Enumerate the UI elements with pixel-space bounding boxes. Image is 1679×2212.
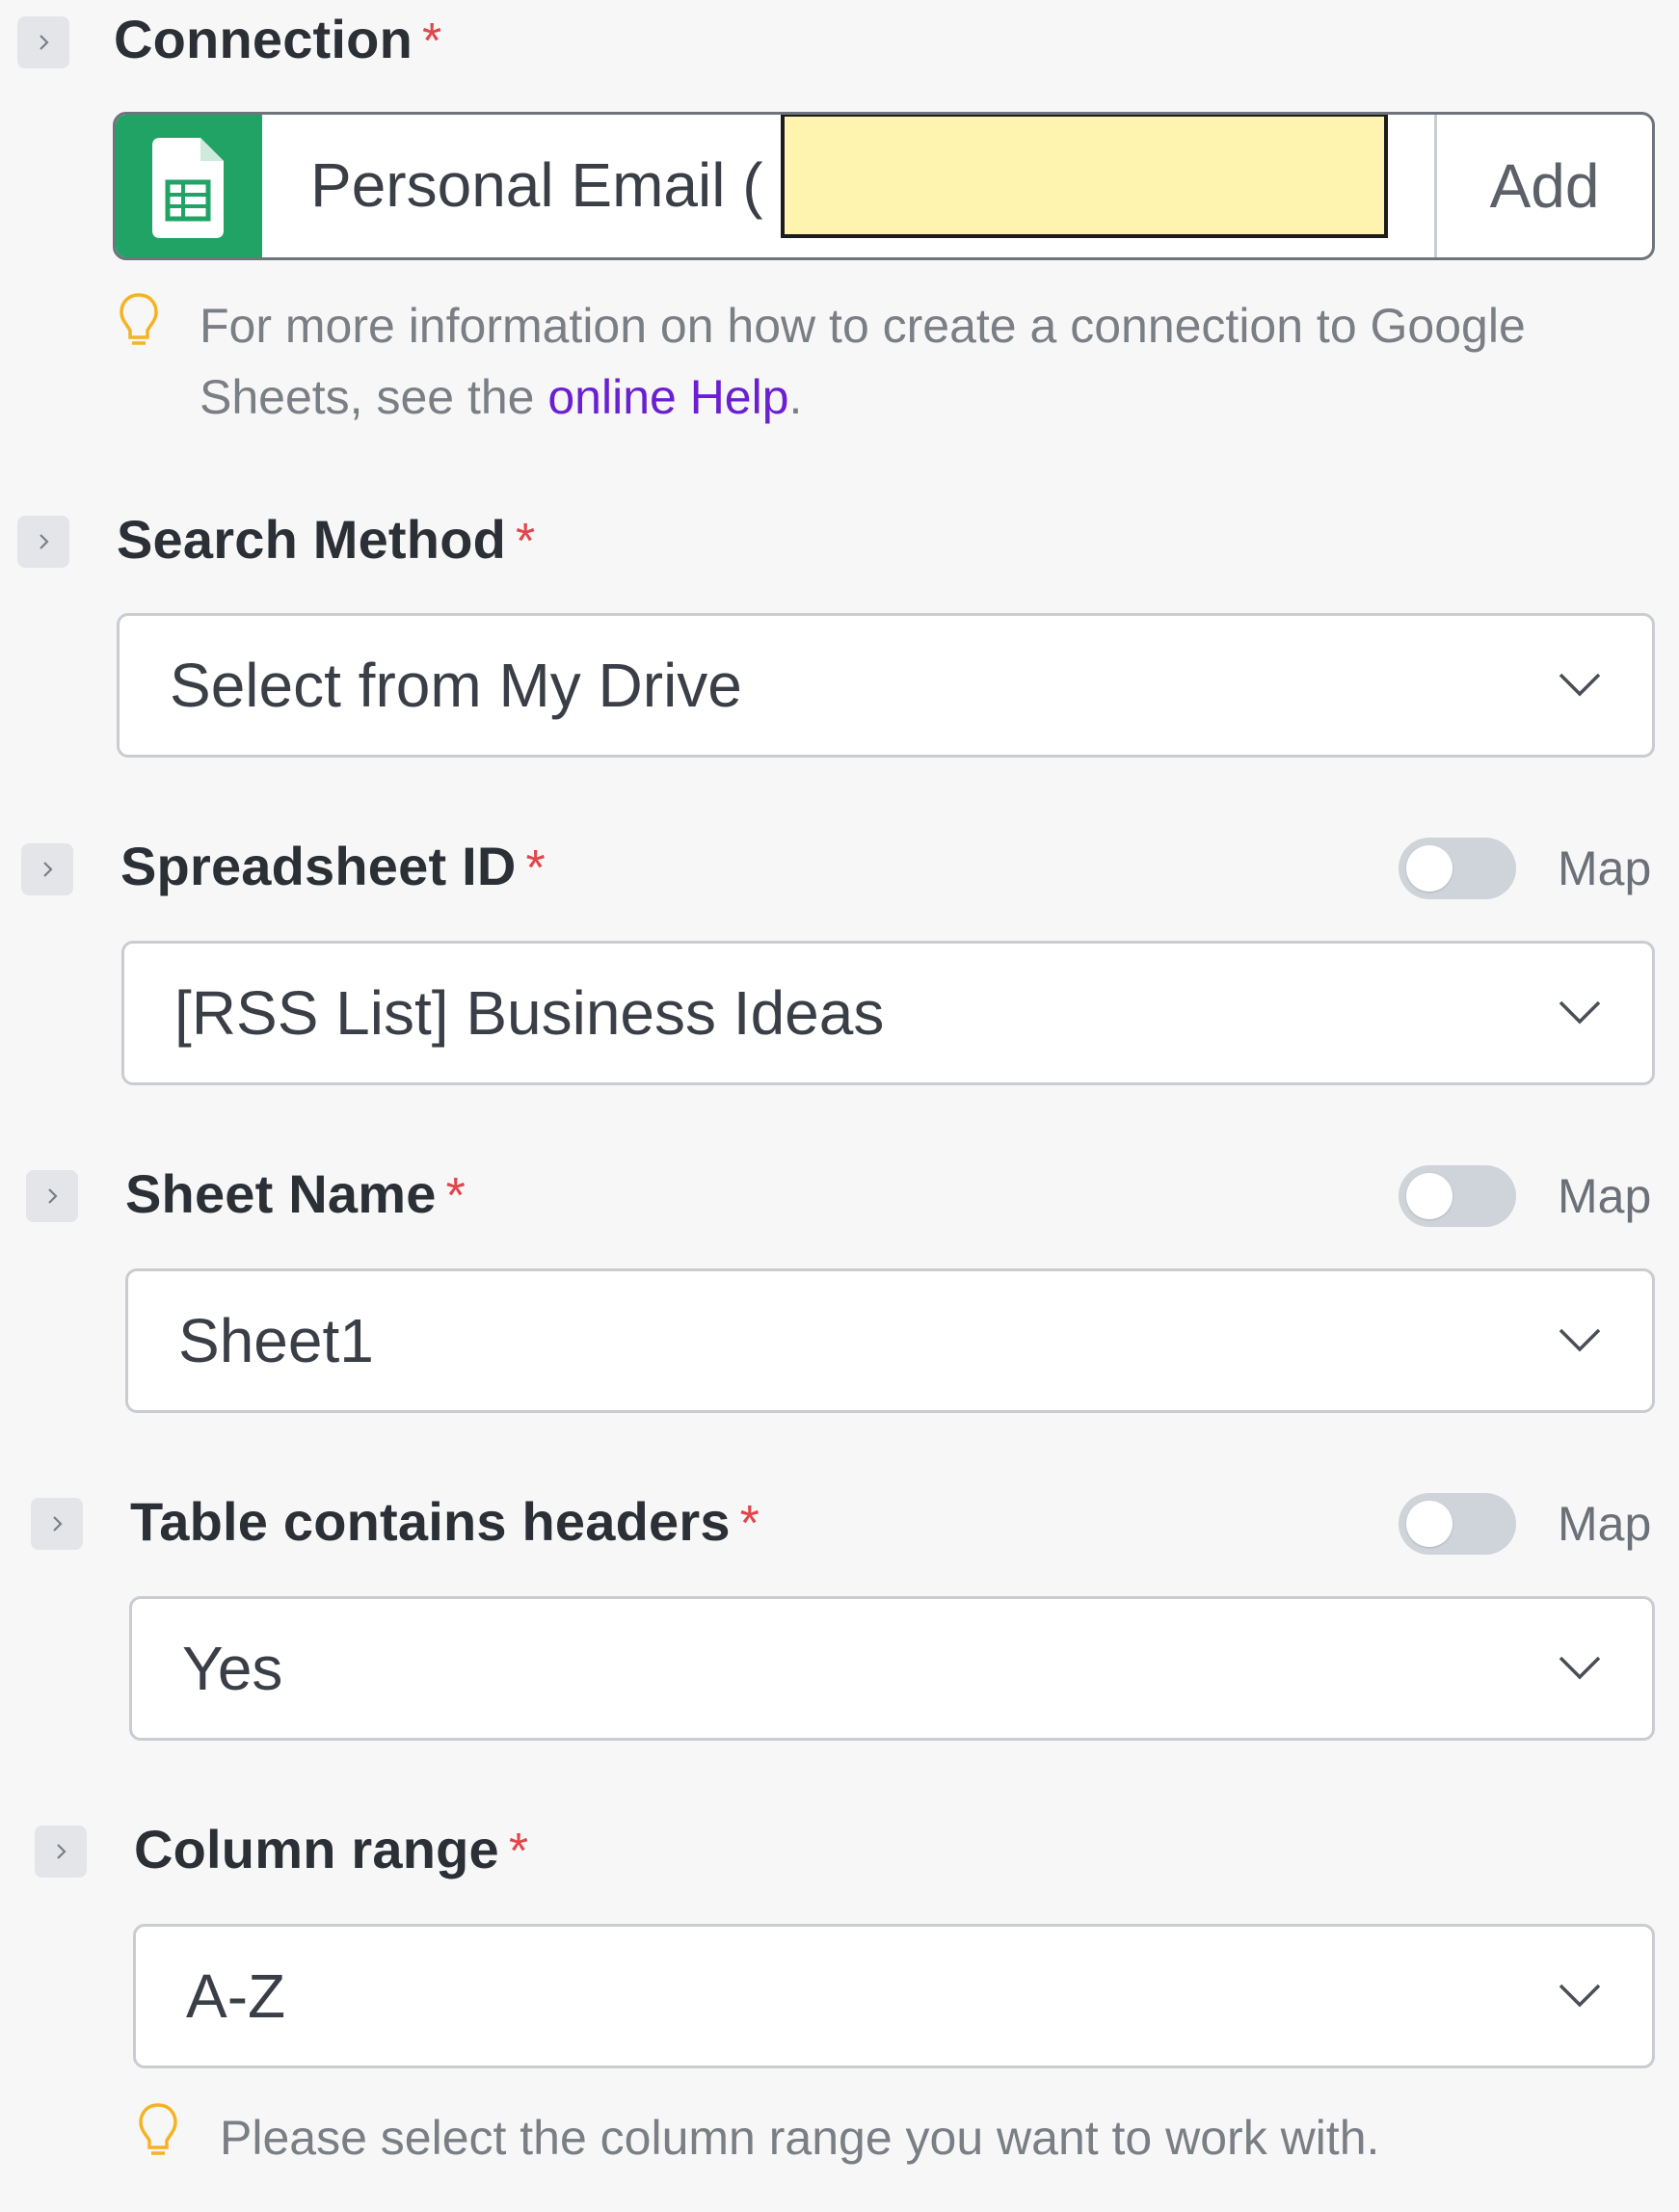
google-sheets-icon: [152, 138, 224, 238]
required-marker: *: [508, 1824, 529, 1879]
search-method-value: Select from My Drive: [170, 651, 742, 720]
lightbulb-icon: [139, 2103, 177, 2155]
toggle-knob: [1406, 1501, 1452, 1547]
chevron-down-icon: [1559, 1984, 1601, 2008]
required-marker: *: [525, 840, 546, 896]
online-help-link[interactable]: online Help: [547, 370, 788, 424]
expand-toggle-spreadsheet-id[interactable]: [21, 843, 73, 895]
column-range-value: A-Z: [186, 1961, 286, 2031]
connection-value: Personal Email (: [310, 150, 763, 220]
column-range-select[interactable]: A-Z: [133, 1924, 1655, 2068]
sheet-name-value: Sheet1: [178, 1306, 374, 1375]
chevron-right-icon: [43, 862, 53, 877]
search-method-label: Search Method *: [117, 509, 536, 570]
add-connection-button[interactable]: Add: [1434, 115, 1652, 257]
spreadsheet-id-label: Spreadsheet ID *: [120, 836, 546, 896]
chevron-right-icon: [53, 1516, 63, 1532]
chevron-right-icon: [40, 35, 49, 50]
chevron-down-icon: [1559, 673, 1601, 697]
search-method-select[interactable]: Select from My Drive: [117, 613, 1655, 758]
app-badge: [116, 115, 262, 257]
required-marker: *: [516, 514, 536, 570]
expand-toggle-sheet-name[interactable]: [26, 1170, 78, 1222]
connection-hint: For more information on how to create a …: [200, 299, 1526, 424]
required-marker: *: [421, 13, 442, 69]
chevron-down-icon: [1559, 1000, 1601, 1025]
map-label: Map: [1558, 1497, 1652, 1551]
connection-label: Connection *: [114, 9, 442, 69]
redaction-box: [781, 115, 1388, 238]
spreadsheet-id-select[interactable]: [RSS List] Business Ideas: [121, 941, 1655, 1085]
expand-toggle-search-method[interactable]: [17, 516, 69, 568]
lightbulb-icon: [120, 293, 158, 345]
map-label: Map: [1558, 841, 1652, 895]
map-toggle-table-headers[interactable]: [1399, 1493, 1516, 1555]
sheet-name-select[interactable]: Sheet1: [125, 1268, 1655, 1413]
add-button-label: Add: [1489, 151, 1600, 221]
column-range-label: Column range *: [134, 1819, 529, 1879]
connection-field[interactable]: Personal Email ( Add: [113, 112, 1655, 260]
sheet-name-label: Sheet Name *: [125, 1163, 466, 1224]
expand-toggle-connection[interactable]: [17, 16, 69, 68]
table-headers-label: Table contains headers *: [130, 1491, 760, 1552]
spreadsheet-id-value: [RSS List] Business Ideas: [174, 978, 885, 1048]
map-toggle-spreadsheet-id[interactable]: [1399, 838, 1516, 899]
table-headers-select[interactable]: Yes: [129, 1596, 1655, 1741]
map-toggle-sheet-name[interactable]: [1399, 1165, 1516, 1227]
chevron-right-icon: [40, 534, 49, 549]
required-marker: *: [739, 1496, 760, 1552]
map-label: Map: [1558, 1169, 1652, 1223]
chevron-right-icon: [48, 1188, 58, 1204]
chevron-down-icon: [1559, 1328, 1601, 1352]
required-marker: *: [445, 1168, 466, 1224]
expand-toggle-table-headers[interactable]: [31, 1498, 83, 1550]
chevron-down-icon: [1559, 1656, 1601, 1680]
chevron-right-icon: [57, 1844, 67, 1859]
table-headers-value: Yes: [182, 1634, 283, 1703]
expand-toggle-column-range[interactable]: [35, 1826, 87, 1878]
toggle-knob: [1406, 1173, 1452, 1219]
toggle-knob: [1406, 845, 1452, 892]
column-range-hint: Please select the column range you want …: [220, 2111, 1380, 2165]
